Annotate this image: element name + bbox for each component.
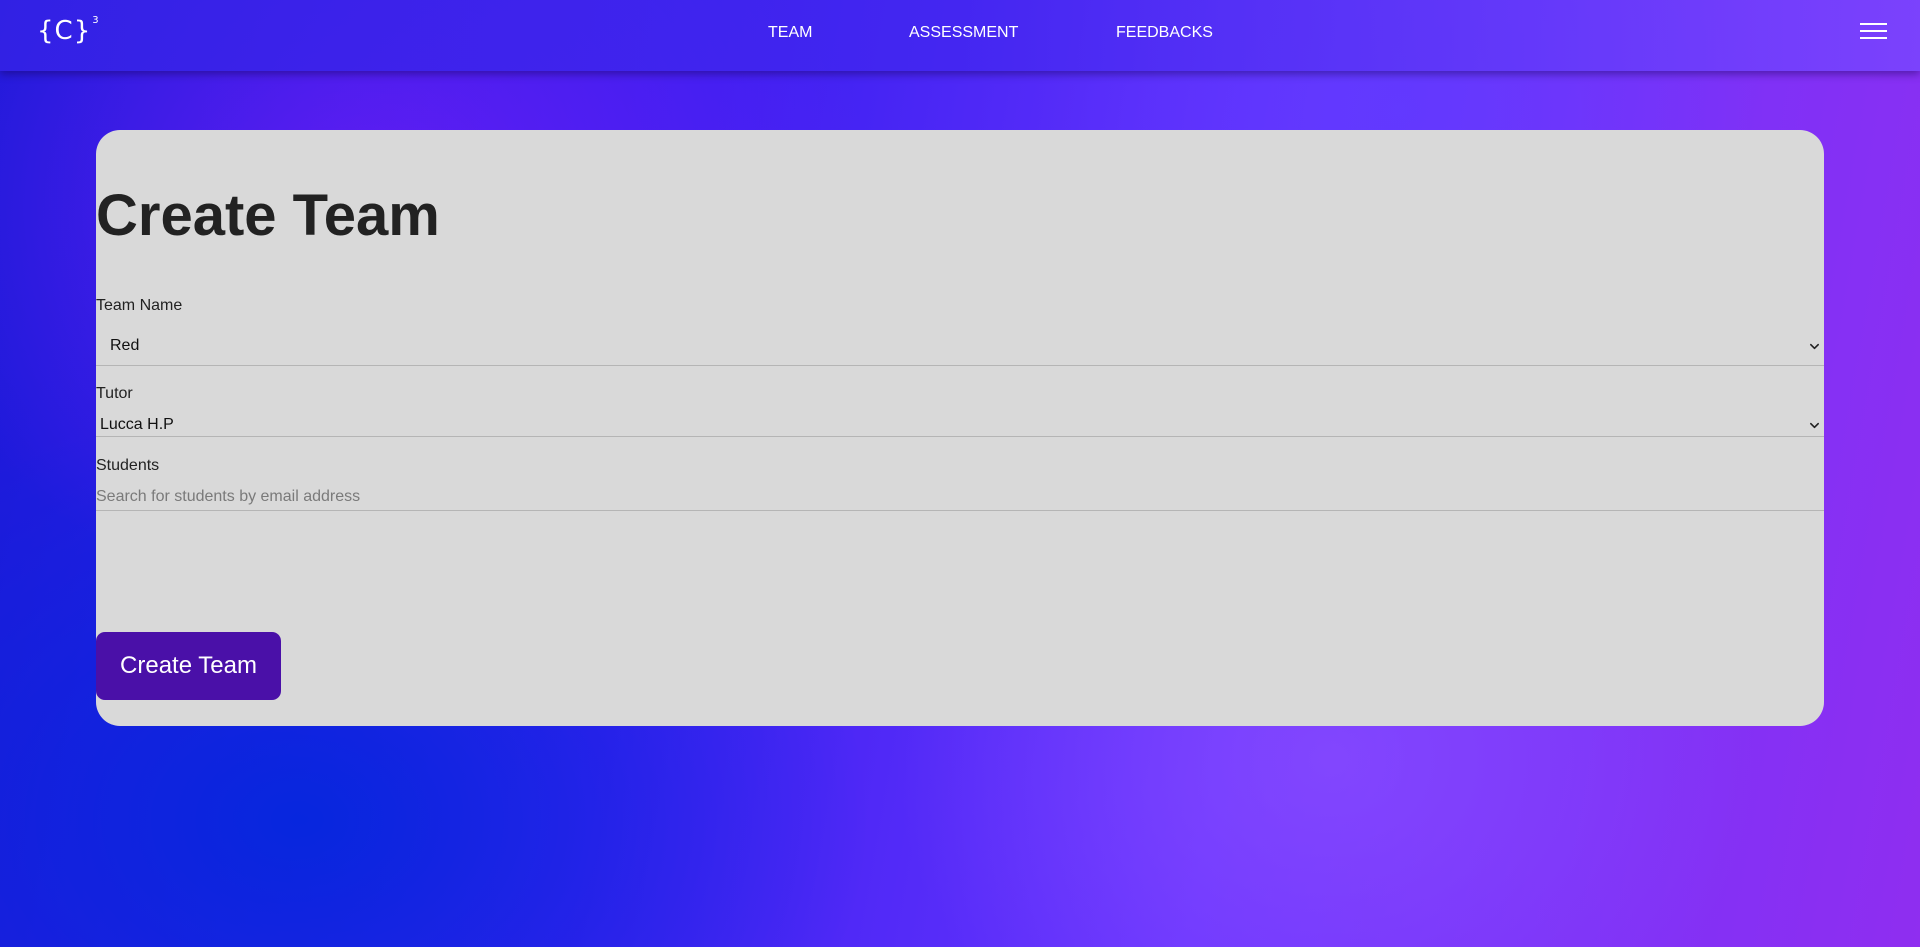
nav-link-feedbacks[interactable]: FEEDBACKS [1116,23,1213,43]
page-title: Create Team [96,183,440,248]
team-name-label: Team Name [96,297,183,314]
hamburger-menu-icon[interactable] [1860,21,1887,41]
app-logo[interactable]: {C}3 [37,14,100,48]
team-name-selected-value: Red [110,337,140,354]
top-navbar: {C}3 TEAM ASSESSMENT FEEDBACKS [0,0,1920,71]
tutor-select[interactable]: Lucca H.P [96,414,1824,437]
student-search-input[interactable] [96,484,1824,511]
students-label: Students [96,457,160,474]
tutor-label: Tutor [96,385,133,402]
nav-link-team[interactable]: TEAM [768,23,812,43]
nav-link-assessment[interactable]: ASSESSMENT [909,23,1018,43]
chevron-down-icon [1810,422,1819,429]
team-name-select[interactable]: Red [96,326,1824,366]
logo-text: {C} [37,16,92,46]
chevron-down-icon [1810,343,1819,350]
tutor-selected-value: Lucca H.P [100,416,174,433]
logo-superscript: 3 [92,15,100,26]
create-team-card: Create Team Team Name Red Tutor Lucca H.… [96,130,1824,726]
create-team-button[interactable]: Create Team [96,632,281,700]
